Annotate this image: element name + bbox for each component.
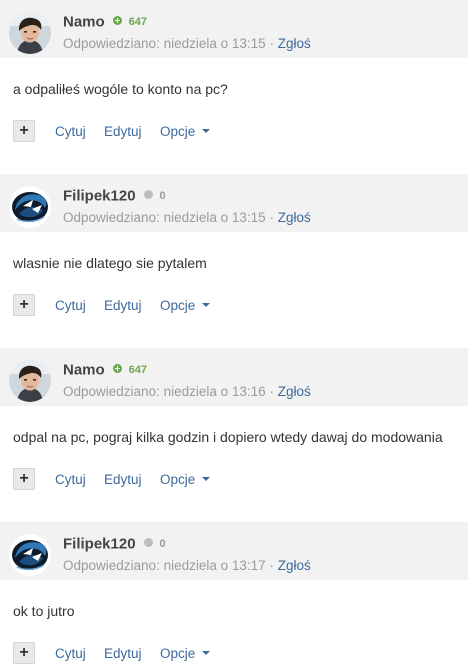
options-menu[interactable]: Opcje xyxy=(160,646,211,661)
reputation-count: 0 xyxy=(159,537,166,550)
quote-link[interactable]: Cytuj xyxy=(55,298,86,313)
author-line: Filipek120 0 xyxy=(63,187,166,205)
edit-link[interactable]: Edytuj xyxy=(104,298,142,313)
meta-separator: · xyxy=(269,384,274,399)
avatar-logo-image xyxy=(9,186,51,228)
report-link[interactable]: Zgłoś xyxy=(278,36,311,51)
plus-button[interactable]: + xyxy=(13,120,35,142)
answered-label: Odpowiedziano: xyxy=(63,558,160,573)
report-link[interactable]: Zgłoś xyxy=(278,210,311,225)
author-name[interactable]: Namo xyxy=(63,361,105,378)
caret-down-icon xyxy=(202,477,211,482)
quote-link[interactable]: Cytuj xyxy=(55,472,86,487)
options-menu[interactable]: Opcje xyxy=(160,472,211,487)
post-header: Namo 647 Odpowiedziano: niedziela o 13:1… xyxy=(0,0,468,58)
meta-separator: · xyxy=(269,558,274,573)
caret-down-icon xyxy=(202,651,211,656)
post-meta: Odpowiedziano: niedziela o 13:15 · Zgłoś xyxy=(63,210,311,225)
answered-label: Odpowiedziano: xyxy=(63,36,160,51)
caret-down-icon xyxy=(202,129,211,134)
author-avatar[interactable] xyxy=(9,534,51,576)
plus-button[interactable]: + xyxy=(13,642,35,664)
post-controls: + Cytuj Edytuj Opcje xyxy=(13,294,453,318)
options-label: Opcje xyxy=(160,124,196,139)
author-line: Namo 647 xyxy=(63,13,147,31)
post-header: Namo 647 Odpowiedziano: niedziela o 13:1… xyxy=(0,348,468,406)
reputation-count: 647 xyxy=(128,15,147,28)
options-menu[interactable]: Opcje xyxy=(160,124,211,139)
options-menu[interactable]: Opcje xyxy=(160,298,211,313)
post-meta: Odpowiedziano: niedziela o 13:16 · Zgłoś xyxy=(63,384,311,399)
meta-separator: · xyxy=(269,36,274,51)
reputation-icon xyxy=(144,538,153,548)
plus-button[interactable]: + xyxy=(13,294,35,316)
reputation-icon xyxy=(144,190,153,200)
avatar-boy-image xyxy=(9,360,51,402)
author-avatar[interactable] xyxy=(9,12,51,54)
report-link[interactable]: Zgłoś xyxy=(278,558,311,573)
quote-link[interactable]: Cytuj xyxy=(55,646,86,661)
answered-label: Odpowiedziano: xyxy=(63,384,160,399)
post-time: niedziela o 13:17 xyxy=(163,558,266,573)
post-body: wlasnie nie dlatego sie pytalem xyxy=(13,255,207,271)
author-line: Filipek120 0 xyxy=(63,535,166,553)
author-name[interactable]: Filipek120 xyxy=(63,535,136,552)
author-name[interactable]: Filipek120 xyxy=(63,187,136,204)
options-label: Opcje xyxy=(160,646,196,661)
reputation-count: 0 xyxy=(159,189,166,202)
reputation-icon xyxy=(113,16,123,26)
edit-link[interactable]: Edytuj xyxy=(104,472,142,487)
caret-down-icon xyxy=(202,303,211,308)
answered-label: Odpowiedziano: xyxy=(63,210,160,225)
edit-link[interactable]: Edytuj xyxy=(104,646,142,661)
author-name[interactable]: Namo xyxy=(63,13,105,30)
post-time: niedziela o 13:16 xyxy=(163,384,266,399)
post-header: Filipek120 0 Odpowiedziano: niedziela o … xyxy=(0,522,468,580)
post-time: niedziela o 13:15 xyxy=(163,36,266,51)
reputation-count: 647 xyxy=(128,363,147,376)
post-header: Filipek120 0 Odpowiedziano: niedziela o … xyxy=(0,174,468,232)
post-time: niedziela o 13:15 xyxy=(163,210,266,225)
post-controls: + Cytuj Edytuj Opcje xyxy=(13,468,453,492)
post-controls: + Cytuj Edytuj Opcje xyxy=(13,120,453,144)
avatar-logo-image xyxy=(9,534,51,576)
author-avatar[interactable] xyxy=(9,360,51,402)
author-avatar[interactable] xyxy=(9,186,51,228)
meta-separator: · xyxy=(269,210,274,225)
options-label: Opcje xyxy=(160,298,196,313)
report-link[interactable]: Zgłoś xyxy=(278,384,311,399)
post-body: ok to jutro xyxy=(13,603,75,619)
plus-button[interactable]: + xyxy=(13,468,35,490)
options-label: Opcje xyxy=(160,472,196,487)
avatar-boy-image xyxy=(9,12,51,54)
edit-link[interactable]: Edytuj xyxy=(104,124,142,139)
post-body: odpal na pc, pograj kilka godzin i dopie… xyxy=(13,429,443,445)
post-meta: Odpowiedziano: niedziela o 13:15 · Zgłoś xyxy=(63,36,311,51)
author-line: Namo 647 xyxy=(63,361,147,379)
quote-link[interactable]: Cytuj xyxy=(55,124,86,139)
post-body: a odpaliłeś wogóle to konto na pc? xyxy=(13,81,228,97)
reputation-icon xyxy=(113,364,123,374)
post-meta: Odpowiedziano: niedziela o 13:17 · Zgłoś xyxy=(63,558,311,573)
post-controls: + Cytuj Edytuj Opcje xyxy=(13,642,453,666)
